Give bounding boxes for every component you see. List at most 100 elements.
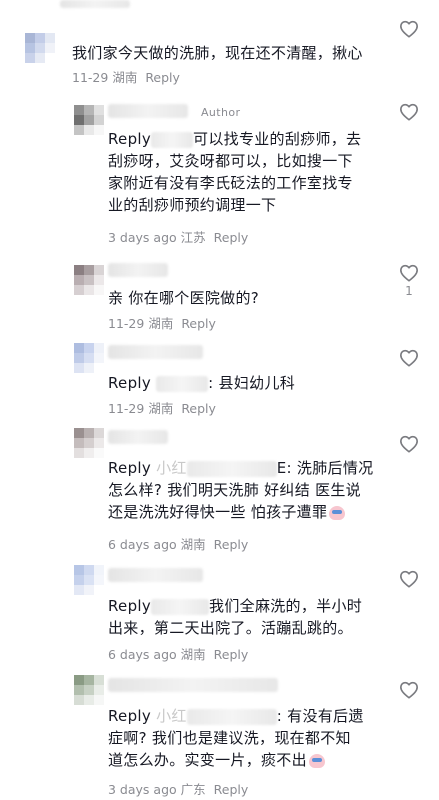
avatar-pixel	[84, 125, 94, 135]
comment-meta: 11-29 湖南 Reply	[108, 316, 216, 332]
comment-date: 11-29	[108, 316, 145, 331]
comment-text: Reply 可以找专业的刮痧师，去 刮痧呀，艾灸呀都可以，比如搜一下 家附近有没有…	[108, 128, 361, 216]
comment-date: 11-29	[108, 401, 145, 416]
avatar-pixel	[94, 428, 104, 438]
comment-location: 湖南	[180, 537, 206, 552]
avatar-pixel	[94, 105, 104, 115]
avatar-pixel	[25, 33, 35, 43]
avatar-pixel	[84, 685, 94, 695]
comment-text: Reply 小红: 有没有后遗 症啊? 我们也是建议洗，现在都不知 道怎么办。实…	[108, 705, 364, 771]
avatar-pixel	[74, 695, 84, 705]
comment-text-line1: : 有没有后遗	[276, 707, 364, 725]
avatar-pixel	[35, 53, 45, 63]
avatar-pixel	[74, 428, 84, 438]
avatar[interactable]	[74, 343, 104, 373]
blurred-mention	[156, 375, 209, 392]
like-button[interactable]	[398, 103, 420, 121]
avatar-pixel	[74, 565, 84, 575]
reply-button[interactable]: Reply	[214, 230, 249, 245]
reply-prefix: Reply	[108, 707, 152, 725]
avatar-pixel	[74, 105, 84, 115]
comment-meta: 6 days ago 湖南 Reply	[108, 647, 248, 663]
avatar-pixel	[94, 695, 104, 705]
avatar-pixel	[94, 438, 104, 448]
heart-outline-icon	[400, 349, 418, 367]
avatar-pixel	[84, 438, 94, 448]
avatar-pixel	[84, 565, 94, 575]
blurred-username	[108, 430, 168, 444]
heart-outline-icon	[400, 681, 418, 699]
blurred-mention	[151, 131, 194, 148]
reply-button[interactable]: Reply	[145, 70, 180, 85]
avatar-pixel	[74, 125, 84, 135]
avatar-pixel	[74, 115, 84, 125]
blurred-username	[108, 104, 188, 118]
comment-text: 我们家今天做的洗肺，现在还不清醒，揪心	[72, 44, 363, 62]
comment-location: 江苏	[180, 230, 206, 245]
comment-meta: 11-29 湖南 Reply	[72, 70, 180, 86]
avatar[interactable]	[74, 265, 104, 295]
avatar-pixel	[94, 685, 104, 695]
reply-name-visible: 小红	[156, 459, 187, 477]
reply-button[interactable]: Reply	[214, 782, 249, 797]
like-button[interactable]	[398, 20, 420, 38]
avatar-pixel	[84, 353, 94, 363]
comment-location: 湖南	[112, 70, 138, 85]
comment-meta: 6 days ago 湖南 Reply	[108, 537, 248, 553]
avatar-pixel	[45, 43, 55, 53]
avatar-pixel	[74, 448, 84, 458]
reply-button[interactable]: Reply	[214, 647, 249, 662]
avatar-pixel	[84, 428, 94, 438]
like-button[interactable]	[398, 681, 420, 699]
heart-outline-icon	[400, 264, 418, 282]
avatar[interactable]	[74, 105, 104, 135]
reply-button[interactable]: Reply	[181, 401, 216, 416]
avatar-pixel	[84, 115, 94, 125]
like-button[interactable]: 1	[398, 264, 420, 298]
comment-text: Reply 小红 E: 洗肺后情况 怎么样? 我们明天洗肺 好纠结 医生说 还是洗…	[108, 457, 373, 523]
cutoff-username	[60, 0, 130, 8]
heart-outline-icon	[400, 103, 418, 121]
avatar-pixel	[94, 565, 104, 575]
blurred-username	[108, 345, 203, 359]
avatar-pixel	[94, 285, 104, 295]
avatar-pixel	[74, 343, 84, 353]
avatar-pixel	[94, 585, 104, 595]
avatar-pixel	[74, 353, 84, 363]
blurred-mention	[151, 598, 210, 615]
comment-location: 湖南	[180, 647, 206, 662]
avatar-pixel	[74, 285, 84, 295]
avatar-pixel	[94, 353, 104, 363]
comment-text-rest: 刮痧呀，艾灸呀都可以，比如搜一下 家附近有没有李氏砭法的工作室找专 业的刮痧师预…	[108, 152, 353, 214]
avatar-pixel	[74, 265, 84, 275]
comment-meta: 3 days ago 广东 Reply	[108, 782, 248, 798]
reply-button[interactable]: Reply	[214, 537, 249, 552]
comment-text-line1: 我们全麻洗的，半小时	[209, 597, 363, 615]
avatar-pixel	[45, 33, 55, 43]
reply-prefix: Reply	[108, 130, 152, 148]
avatar-pixel	[84, 675, 94, 685]
like-count: 1	[405, 284, 413, 298]
reply-button[interactable]: Reply	[181, 316, 216, 331]
avatar-pixel	[84, 105, 94, 115]
avatar-pixel	[94, 363, 104, 373]
avatar-pixel	[84, 585, 94, 595]
crying-emoji-icon	[308, 753, 325, 768]
avatar[interactable]	[74, 428, 104, 458]
comment-date: 3 days ago	[108, 230, 177, 245]
avatar-pixel	[35, 33, 45, 43]
like-button[interactable]	[398, 435, 420, 453]
avatar-pixel	[74, 675, 84, 685]
avatar-pixel	[84, 448, 94, 458]
comment-date: 6 days ago	[108, 647, 177, 662]
like-button[interactable]	[398, 349, 420, 367]
like-button[interactable]	[398, 570, 420, 588]
avatar-pixel	[25, 43, 35, 53]
avatar[interactable]	[74, 675, 104, 705]
blurred-username	[108, 678, 278, 692]
avatar[interactable]	[74, 565, 104, 595]
avatar-pixel	[74, 685, 84, 695]
avatar[interactable]	[25, 33, 55, 63]
comment-meta: 11-29 湖南 Reply	[108, 401, 216, 417]
comment-meta: 3 days ago 江苏 Reply	[108, 230, 248, 246]
